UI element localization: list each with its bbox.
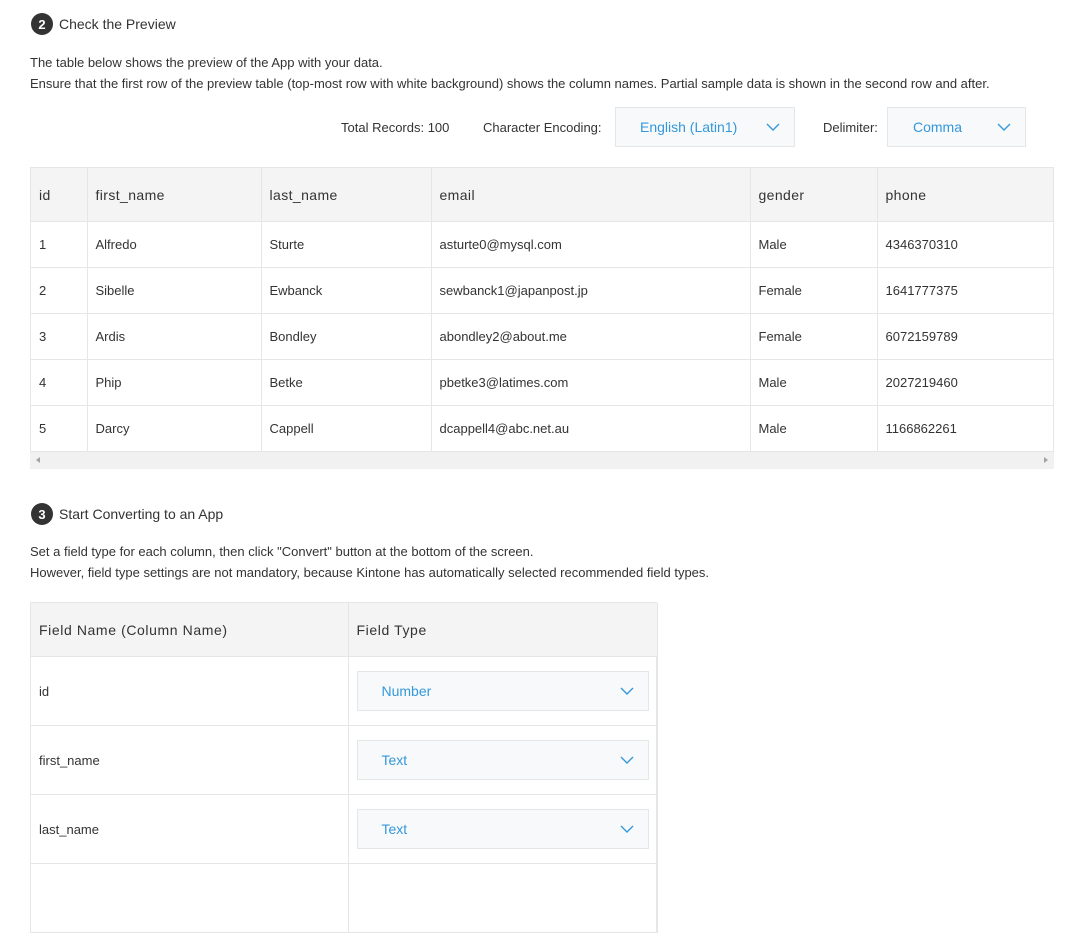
field-type-header: Field Type	[348, 603, 658, 657]
table-cell: 1	[31, 221, 88, 268]
preview-header-row: id first_name last_name email gender pho…	[31, 168, 1053, 222]
preview-column-header: phone	[877, 168, 1053, 222]
table-cell: Male	[750, 359, 878, 406]
step2-title: Check the Preview	[59, 16, 176, 32]
table-cell: sewbanck1@japanpost.jp	[431, 267, 751, 314]
table-cell: Male	[750, 221, 878, 268]
step2-description: The table below shows the preview of the…	[30, 52, 990, 94]
step3-header: 3 Start Converting to an App	[31, 503, 223, 525]
field-type-value: Text	[381, 821, 408, 837]
field-type-value: Text	[381, 752, 408, 768]
table-row: 1 Alfredo Sturte asturte0@mysql.com Male…	[31, 221, 1053, 268]
preview-column-header: id	[31, 168, 88, 222]
step2-desc-line1: The table below shows the preview of the…	[30, 55, 383, 70]
preview-table-container: id first_name last_name email gender pho…	[30, 167, 1054, 469]
scroll-right-icon[interactable]	[1044, 457, 1048, 463]
field-type-cell: Number	[348, 656, 658, 726]
table-cell: 2	[31, 267, 88, 314]
chevron-down-icon	[620, 825, 633, 833]
field-type-select[interactable]: Text	[356, 740, 649, 780]
field-name-header: Field Name (Column Name)	[31, 603, 349, 657]
table-cell: Female	[750, 313, 878, 360]
table-cell: dcappell4@abc.net.au	[431, 405, 751, 452]
encoding-value: English (Latin1)	[640, 119, 738, 135]
horizontal-scrollbar[interactable]	[30, 452, 1054, 469]
field-row: last_name Text	[31, 794, 658, 864]
field-type-select[interactable]: Text	[356, 809, 649, 849]
field-name: first_name	[31, 725, 349, 795]
field-type-cell: Text	[348, 725, 658, 795]
encoding-label: Character Encoding:	[483, 119, 602, 135]
chevron-down-icon	[766, 123, 780, 131]
table-cell: 2027219460	[877, 359, 1053, 406]
chevron-down-icon	[997, 123, 1011, 131]
step2-header: 2 Check the Preview	[31, 13, 176, 35]
preview-column-header: email	[431, 168, 751, 222]
step-number-badge: 3	[31, 503, 53, 525]
table-row: 5 Darcy Cappell dcappell4@abc.net.au Mal…	[31, 405, 1053, 452]
table-cell: 4346370310	[877, 221, 1053, 268]
table-cell: pbetke3@latimes.com	[431, 359, 751, 406]
table-cell: 5	[31, 405, 88, 452]
step3-desc-line1: Set a field type for each column, then c…	[30, 544, 534, 559]
table-cell: Betke	[261, 359, 432, 406]
field-type-header-row: Field Name (Column Name) Field Type	[31, 603, 658, 657]
preview-column-header: gender	[750, 168, 878, 222]
table-row: 2 Sibelle Ewbanck sewbanck1@japanpost.jp…	[31, 267, 1053, 314]
table-cell: 4	[31, 359, 88, 406]
scroll-left-icon[interactable]	[36, 457, 40, 463]
table-cell: Female	[750, 267, 878, 314]
step3-description: Set a field type for each column, then c…	[30, 541, 709, 583]
delimiter-value: Comma	[913, 119, 963, 135]
field-name: last_name	[31, 794, 349, 864]
table-cell: Phip	[87, 359, 262, 406]
table-cell: Ewbanck	[261, 267, 432, 314]
step-number-badge: 2	[31, 13, 53, 35]
table-cell: abondley2@about.me	[431, 313, 751, 360]
field-name: id	[31, 656, 349, 726]
table-cell: 1641777375	[877, 267, 1053, 314]
table-row: 3 Ardis Bondley abondley2@about.me Femal…	[31, 313, 1053, 360]
table-cell: Male	[750, 405, 878, 452]
field-type-select[interactable]: Number	[356, 671, 649, 711]
table-row: 4 Phip Betke pbetke3@latimes.com Male 20…	[31, 359, 1053, 406]
field-type-cell: Text	[348, 794, 658, 864]
chevron-down-icon	[620, 687, 633, 695]
table-cell: asturte0@mysql.com	[431, 221, 751, 268]
table-cell: 3	[31, 313, 88, 360]
table-cell: Darcy	[87, 405, 262, 452]
table-cell: Alfredo	[87, 221, 262, 268]
table-cell: Bondley	[261, 313, 432, 360]
field-name	[31, 863, 349, 933]
step3-title: Start Converting to an App	[59, 506, 224, 522]
field-row: first_name Text	[31, 725, 658, 795]
field-type-cell	[348, 863, 658, 933]
field-type-value: Number	[381, 683, 432, 699]
chevron-down-icon	[620, 756, 633, 764]
field-row	[31, 863, 658, 933]
table-cell: Sturte	[261, 221, 432, 268]
table-cell: Sibelle	[87, 267, 262, 314]
total-records: Total Records: 100	[341, 119, 450, 135]
step3-desc-line2: However, field type settings are not man…	[30, 565, 710, 580]
preview-column-header: last_name	[261, 168, 432, 222]
table-cell: 6072159789	[877, 313, 1053, 360]
delimiter-select[interactable]: Comma	[887, 107, 1026, 147]
field-type-table: Field Name (Column Name) Field Type id N…	[31, 603, 658, 933]
preview-column-header: first_name	[87, 168, 262, 222]
step2-desc-line2: Ensure that the first row of the preview…	[30, 76, 990, 91]
field-row: id Number	[31, 656, 658, 726]
field-type-table-container: Field Name (Column Name) Field Type id N…	[30, 602, 658, 933]
encoding-select[interactable]: English (Latin1)	[615, 107, 795, 147]
table-cell: Cappell	[261, 405, 432, 452]
delimiter-label: Delimiter:	[823, 119, 878, 135]
table-cell: Ardis	[87, 313, 262, 360]
preview-table: id first_name last_name email gender pho…	[31, 168, 1053, 452]
table-cell: 1166862261	[877, 405, 1053, 452]
